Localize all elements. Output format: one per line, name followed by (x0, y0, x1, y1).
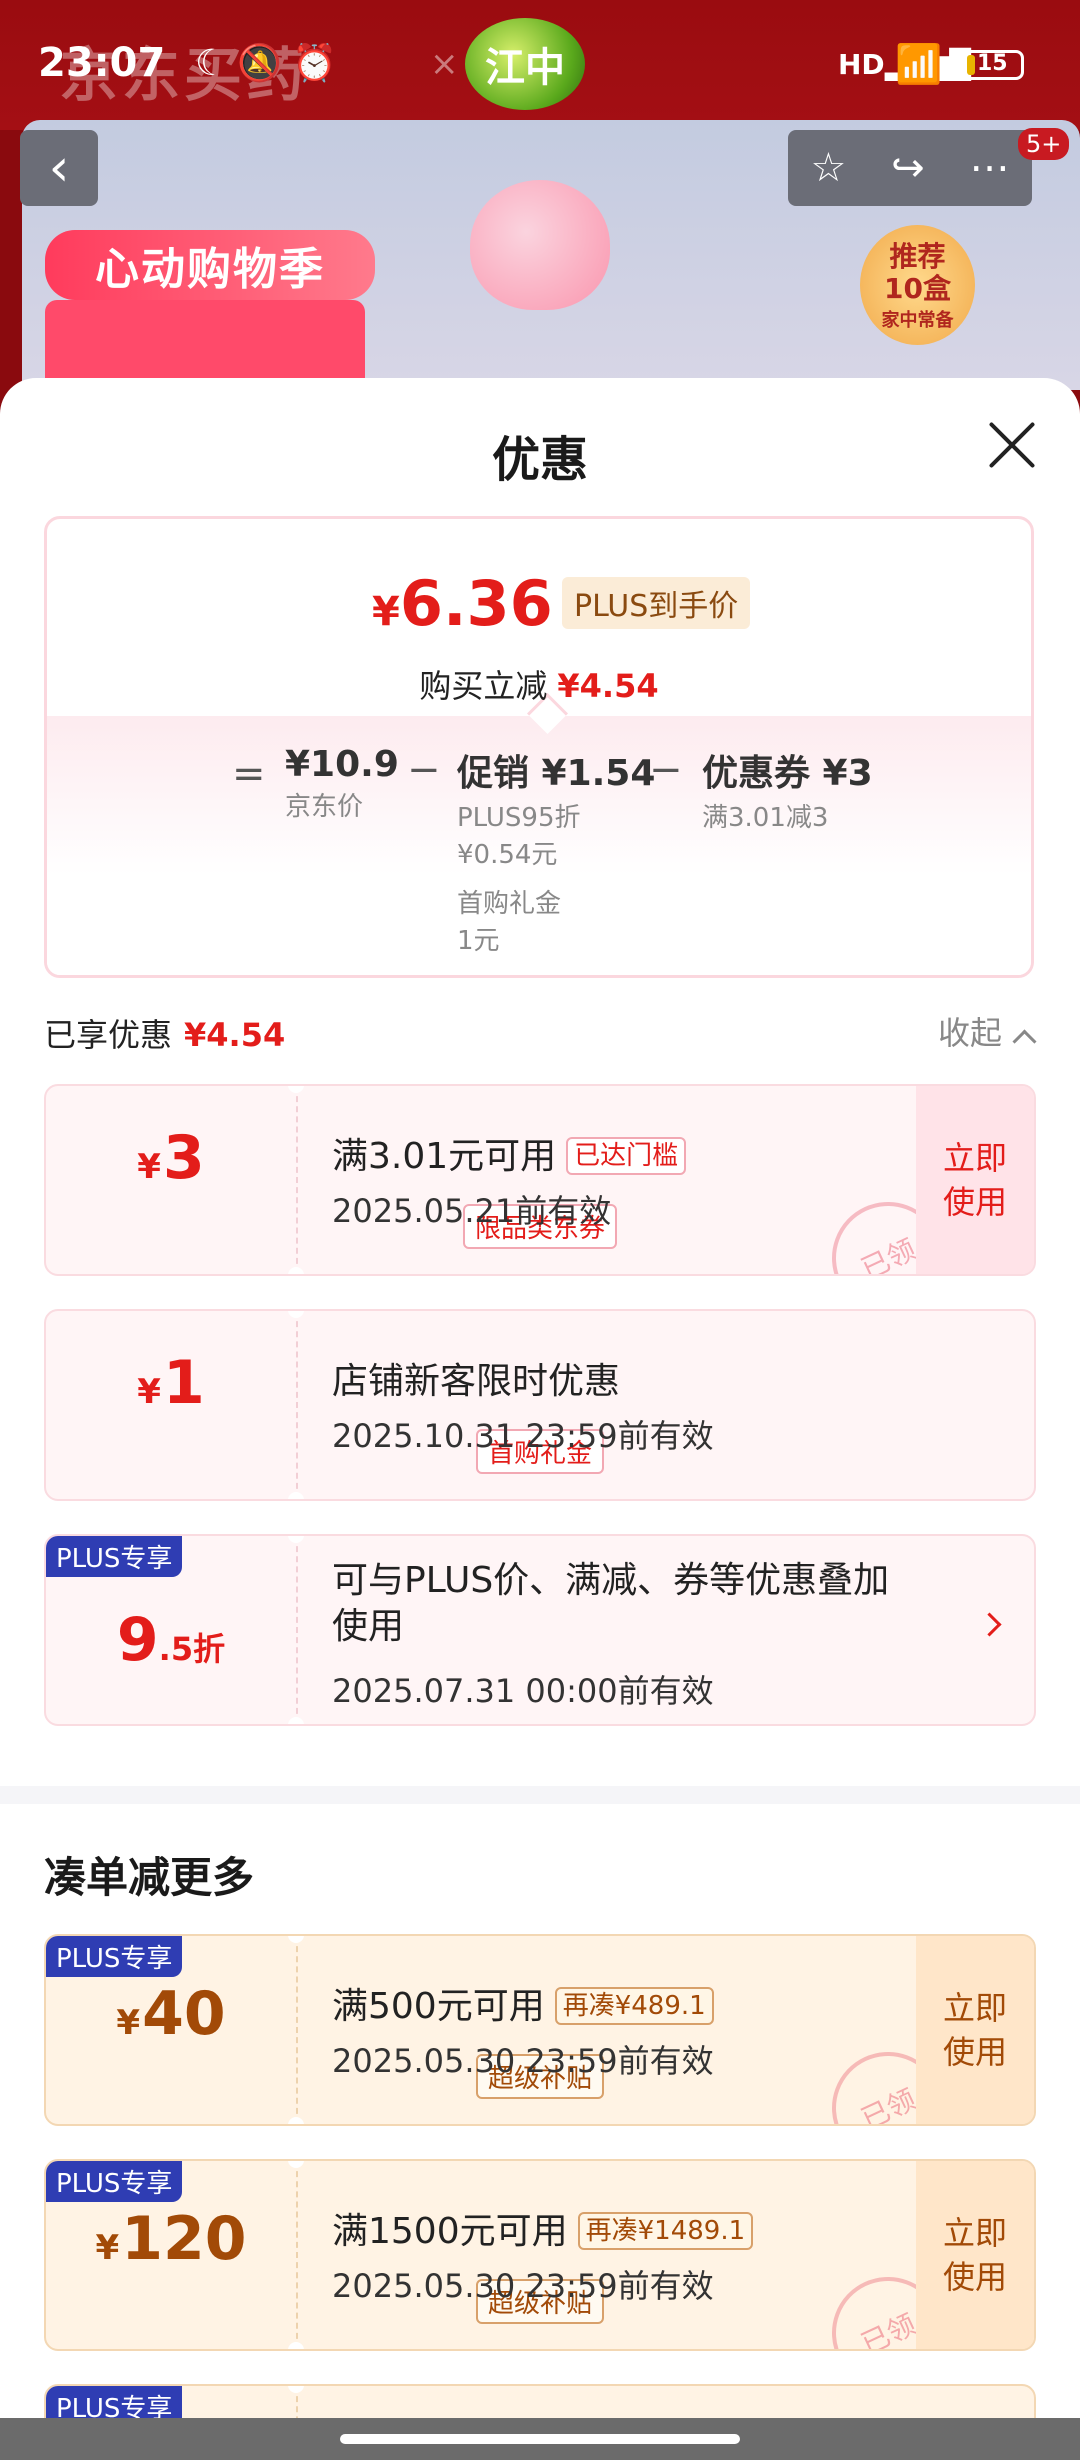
use-now-button[interactable]: 立即 使用 (916, 1936, 1034, 2124)
final-price: ¥6.36 (372, 567, 553, 640)
close-button[interactable] (985, 418, 1039, 472)
subsidy-card: PLUS专享 ¥120 超级补贴 满1500元可用 再凑¥1489.1 2025.… (44, 2159, 1036, 2351)
share-icon[interactable]: ↪ (891, 145, 925, 191)
subsidy-expiry: 2025.05.30 23:59前有效 (332, 2267, 714, 2305)
discount-sheet: 优惠 ¥6.36 PLUS到手价 购买立减 ¥4.54 = ¥10.9 京东价 −… (0, 378, 1080, 2418)
coupon-expiry: 2025.05.21前有效 (332, 1192, 612, 1230)
section-divider (0, 1786, 1080, 1804)
plus-desc: 可与PLUS价、满减、券等优惠叠加 使用 (332, 1560, 890, 1647)
plus-badge: PLUS专享 (46, 2161, 183, 2202)
gift-value: ¥1 (137, 1348, 205, 1418)
more-icon[interactable]: ⋯ (970, 145, 1010, 191)
coupon-card: ¥3 限品类东券 满3.01元可用 已达门槛 2025.05.21前有效 已领 立… (44, 1084, 1036, 1276)
subsidy-card: PLUS专享 (44, 2384, 1036, 2418)
alarm-icon: ⏰ (292, 43, 347, 84)
sheet-title: 优惠 (491, 432, 588, 488)
add-more-tag: 再凑¥489.1 (554, 1987, 714, 2025)
partner-logo: 江中 (465, 18, 585, 110)
battery-level: 15 (977, 51, 1008, 76)
jd-price-col: ¥10.9 京东价 (285, 744, 399, 822)
add-more-tag: 再凑¥1489.1 (577, 2212, 754, 2250)
promo-col: 促销 ¥1.54 PLUS95折 ¥0.54元 首购礼金 1元 (457, 753, 656, 956)
banner-block (45, 300, 365, 390)
chevron-left-icon: ‹ (48, 138, 70, 198)
subsidy-value: ¥40 (116, 1979, 226, 2049)
chevron-right-icon (977, 1612, 1002, 1637)
subsidy-desc: 满1500元可用 再凑¥1489.1 (332, 2209, 754, 2255)
minus-sign: − (407, 747, 441, 793)
status-icons: ☾🔕⏰ (195, 42, 347, 84)
use-now-button[interactable]: 立即 使用 (916, 1086, 1034, 1274)
status-bar: 京东买药 × 江中 23:07 ☾🔕⏰ HD▂▄▆█ 📶 15 (0, 0, 1080, 130)
brand-separator: × (430, 44, 459, 84)
back-button[interactable]: ‹ (20, 130, 98, 206)
collapse-toggle[interactable]: 收起 (938, 1008, 1037, 1054)
mute-icon: 🔕 (237, 43, 293, 84)
plus-badge: PLUS专享 (46, 1536, 183, 1577)
moon-icon: ☾ (195, 43, 238, 84)
price-summary: ¥6.36 PLUS到手价 购买立减 ¥4.54 = ¥10.9 京东价 − 促销… (44, 516, 1034, 978)
top-actions: ☆ ↪ ⋯ (788, 130, 1032, 206)
heart-decoration (470, 180, 610, 310)
coupon-col: 优惠券 ¥3 满3.01减3 (702, 753, 873, 833)
section-title: 凑单减更多 (44, 1853, 255, 1902)
chevron-up-icon (1012, 1029, 1037, 1054)
gift-card: ¥1 首购礼金 店铺新客限时优惠 2025.10.31 23:59前有效 (44, 1309, 1036, 1501)
threshold-tag: 已达门槛 (566, 1137, 687, 1175)
plus-discount-card[interactable]: PLUS专享 9.5折 可与PLUS价、满减、券等优惠叠加 使用 2025.07.… (44, 1534, 1036, 1726)
plus-badge: PLUS专享 (46, 1936, 183, 1977)
plus-badge: PLUS专享 (46, 2386, 183, 2418)
discount-value: 9.5折 (116, 1605, 226, 1675)
subsidy-card: PLUS专享 ¥40 超级补贴 满500元可用 再凑¥489.1 2025.05.… (44, 1934, 1036, 2126)
wifi-icon: 📶 (895, 42, 943, 86)
use-now-button[interactable]: 立即 使用 (916, 2161, 1034, 2349)
banner-title: 心动购物季 (45, 230, 375, 300)
star-icon[interactable]: ☆ (810, 145, 846, 191)
status-time: 23:07 (38, 40, 166, 86)
subsidy-value: ¥120 (95, 2204, 247, 2274)
plus-price-tag: PLUS到手价 (562, 577, 751, 629)
home-indicator[interactable] (340, 2434, 740, 2444)
gift-desc: 店铺新客限时优惠 (332, 1361, 621, 1402)
subsidy-expiry: 2025.05.30 23:59前有效 (332, 2042, 714, 2080)
subsidy-desc: 满500元可用 再凑¥489.1 (332, 1984, 714, 2030)
gift-expiry: 2025.10.31 23:59前有效 (332, 1417, 714, 1455)
reduce-line: 购买立减 ¥4.54 (419, 667, 659, 705)
recommend-medal: 推荐 10盒 家中常备 (860, 225, 975, 345)
coupon-desc: 满3.01元可用 已达门槛 (332, 1134, 687, 1180)
battery-icon: 15 (962, 50, 1024, 80)
minus-sign: − (649, 747, 683, 793)
equals-sign: = (232, 751, 266, 797)
message-badge: 5+ (1018, 128, 1070, 160)
coupon-value: ¥3 (137, 1123, 205, 1193)
plus-expiry: 2025.07.31 00:00前有效 (332, 1672, 714, 1710)
enjoyed-discount: 已享优惠 ¥4.54 (44, 1016, 286, 1054)
